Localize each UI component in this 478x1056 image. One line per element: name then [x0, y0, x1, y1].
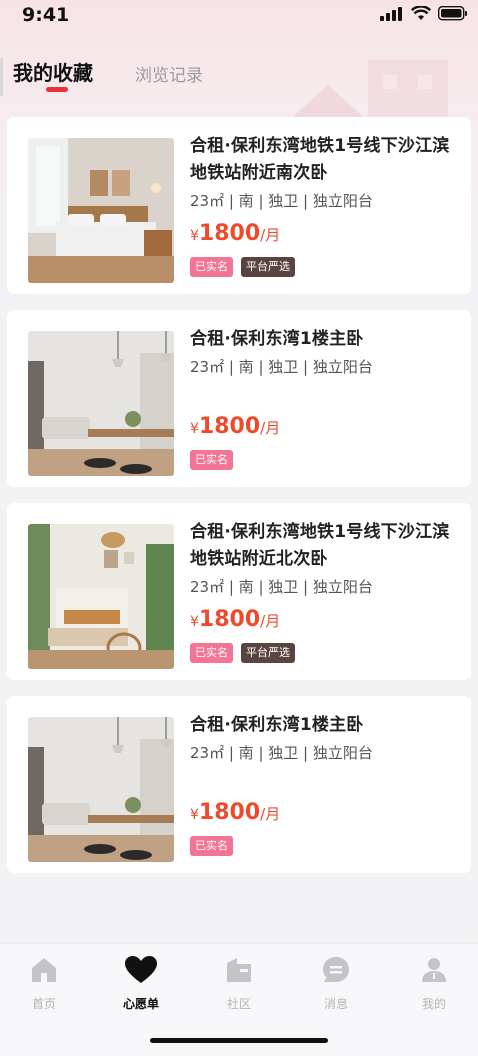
price-value: 1800	[198, 607, 261, 632]
price-value: 1800	[198, 414, 261, 439]
community-icon	[227, 958, 251, 982]
battery-icon	[438, 6, 467, 21]
listing-specs: 23㎡ | 南 | 独卫 | 独立阳台	[190, 578, 373, 596]
listing-specs: 23㎡ | 南 | 独卫 | 独立阳台	[190, 358, 373, 376]
tag-verified: 已实名	[190, 643, 233, 663]
listing-title[interactable]: 合租·保利东湾1楼主卧	[190, 712, 460, 739]
listing-tags: 已实名 平台严选	[190, 257, 295, 277]
listing-card[interactable]: 合租·保利东湾地铁1号线下沙江滨地铁站附近北次卧 23㎡ | 南 | 独卫 | …	[7, 503, 471, 680]
tabbar-label: 首页	[31, 997, 56, 1011]
tag-platform-selected: 平台严选	[241, 643, 295, 663]
listing-card[interactable]: 合租·保利东湾地铁1号线下沙江滨地铁站附近南次卧 23㎡ | 南 | 独卫 | …	[7, 117, 471, 294]
price-unit: /月	[260, 805, 281, 823]
listing-tags: 已实名	[190, 836, 233, 856]
listing-tags: 已实名 平台严选	[190, 643, 295, 663]
price-value: 1800	[198, 800, 261, 825]
listing-photo[interactable]	[28, 524, 174, 669]
listing-photo[interactable]	[28, 717, 174, 862]
wifi-icon	[411, 6, 431, 20]
tag-verified: 已实名	[190, 450, 233, 470]
tab-favorites[interactable]: 我的收藏	[13, 57, 93, 86]
listing-photo[interactable]	[28, 331, 174, 476]
currency-symbol: ¥	[190, 421, 199, 437]
listing-card[interactable]: 合租·保利东湾1楼主卧 23㎡ | 南 | 独卫 | 独立阳台 ¥1800/月 …	[7, 696, 471, 873]
top-tabs: 我的收藏 浏览记录	[0, 55, 478, 95]
listing-title[interactable]: 合租·保利东湾地铁1号线下沙江滨地铁站附近南次卧	[190, 133, 460, 187]
listing-specs: 23㎡ | 南 | 独卫 | 独立阳台	[190, 192, 373, 210]
tabbar-label: 消息	[323, 997, 348, 1011]
currency-symbol: ¥	[190, 807, 199, 823]
price-unit: /月	[260, 612, 281, 630]
price-value: 1800	[198, 221, 261, 246]
listing-specs: 23㎡ | 南 | 独卫 | 独立阳台	[190, 744, 373, 762]
tabbar-item-community[interactable]: 社区	[199, 954, 279, 1012]
tag-verified: 已实名	[190, 836, 233, 856]
tabbar-item-wishlist[interactable]: 心愿单	[101, 954, 181, 1012]
signal-icon	[380, 6, 402, 21]
tabbar-label: 社区	[226, 997, 251, 1011]
status-bar: 9:41	[0, 0, 478, 32]
message-icon	[323, 957, 349, 982]
home-indicator	[150, 1038, 328, 1043]
tabbar-label: 心愿单	[122, 997, 159, 1011]
tabbar-item-messages[interactable]: 消息	[296, 954, 376, 1012]
status-time: 9:41	[22, 4, 70, 26]
home-icon	[32, 958, 56, 982]
currency-symbol: ¥	[190, 614, 199, 630]
listing-price: ¥1800/月	[190, 607, 280, 632]
profile-icon	[422, 958, 446, 982]
tabbar-item-profile[interactable]: 我的	[394, 954, 474, 1012]
tab-history[interactable]: 浏览记录	[135, 61, 203, 86]
tag-platform-selected: 平台严选	[241, 257, 295, 277]
tabbar-item-home[interactable]: 首页	[4, 954, 84, 1012]
tag-verified: 已实名	[190, 257, 233, 277]
listing-price: ¥1800/月	[190, 221, 280, 246]
listing-photo[interactable]	[28, 138, 174, 283]
price-unit: /月	[260, 419, 281, 437]
tabbar-label: 我的	[421, 997, 446, 1011]
listing-tags: 已实名	[190, 450, 233, 470]
listing-title[interactable]: 合租·保利东湾地铁1号线下沙江滨地铁站附近北次卧	[190, 519, 460, 573]
heart-icon	[125, 956, 157, 983]
listing-price: ¥1800/月	[190, 414, 280, 439]
active-tab-indicator	[46, 87, 68, 92]
price-unit: /月	[260, 226, 281, 244]
currency-symbol: ¥	[190, 228, 199, 244]
listing-price: ¥1800/月	[190, 800, 280, 825]
listing-card[interactable]: 合租·保利东湾1楼主卧 23㎡ | 南 | 独卫 | 独立阳台 ¥1800/月 …	[7, 310, 471, 487]
listing-title[interactable]: 合租·保利东湾1楼主卧	[190, 326, 460, 353]
